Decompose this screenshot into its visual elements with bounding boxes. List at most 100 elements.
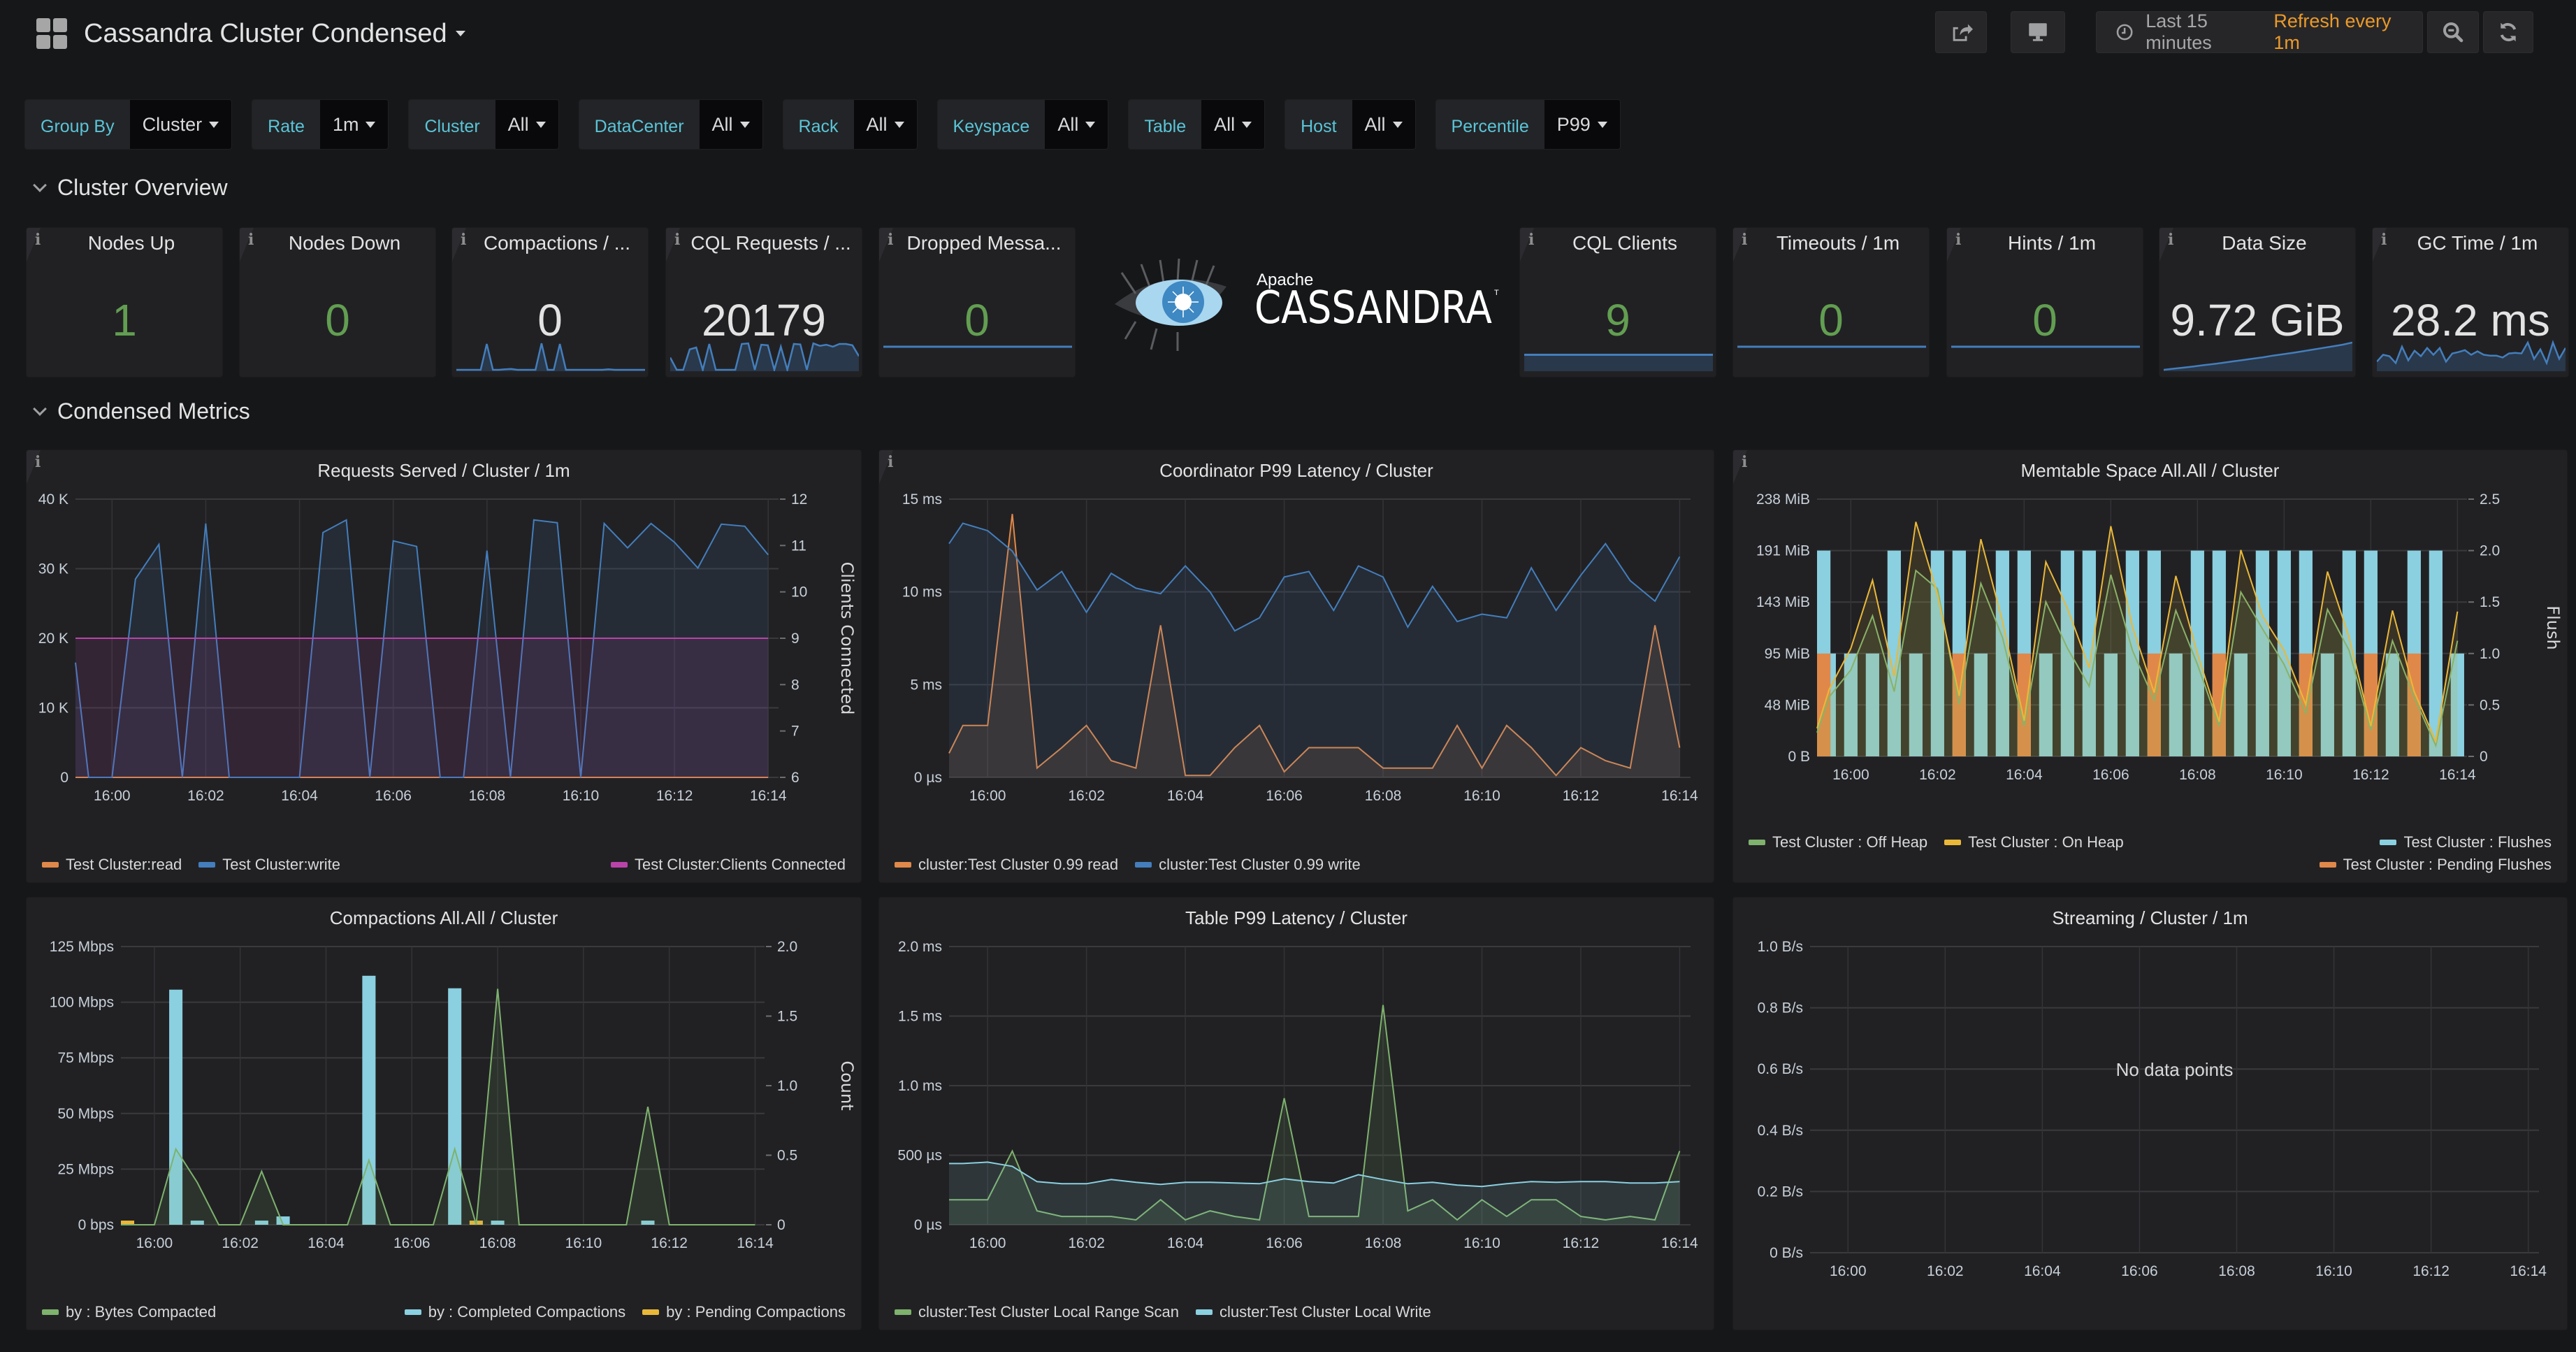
- y2-tick-label: 0: [2480, 749, 2488, 765]
- stat-panel-timeouts-1m[interactable]: i Timeouts / 1m 0: [1732, 227, 1930, 377]
- legend-swatch: [42, 1309, 59, 1315]
- legend-swatch: [895, 1309, 911, 1315]
- zoom-out-icon: [2443, 22, 2463, 43]
- refresh-icon: [2500, 22, 2517, 42]
- y-tick-label: 143 MiB: [1756, 594, 1810, 610]
- stat-title: Dropped Messa...: [906, 232, 1062, 254]
- caret-down-icon: [535, 121, 546, 128]
- share-button[interactable]: [1935, 11, 1987, 53]
- variable-value: P99: [1556, 113, 1591, 135]
- variable-rate: Rate 1m: [252, 99, 389, 150]
- stat-panel-compactions[interactable]: i Compactions / ... 0: [451, 227, 649, 377]
- legend-item[interactable]: Test Cluster : Flushes: [2380, 833, 2552, 851]
- chevron-down-icon: [33, 401, 47, 416]
- x-tick-label: 16:10: [563, 788, 600, 804]
- stat-panel-hints-1m[interactable]: i Hints / 1m 0: [1946, 227, 2143, 377]
- dashboard-picker[interactable]: Cassandra Cluster Condensed: [84, 19, 465, 49]
- legend-item[interactable]: Test Cluster:write: [198, 856, 340, 874]
- variable-select[interactable]: Cluster: [129, 100, 232, 149]
- stat-panel-nodes-down[interactable]: i Nodes Down 0: [239, 227, 436, 377]
- legend-item[interactable]: cluster:Test Cluster Local Range Scan: [895, 1303, 1179, 1321]
- row-condensed-metrics[interactable]: Condensed Metrics: [33, 398, 250, 424]
- graph-panel-table-latency[interactable]: Table P99 Latency / Cluster 0 µs 500 µs 1.0…: [878, 897, 1714, 1330]
- y-tick-label: 0.8 B/s: [1758, 1000, 1803, 1016]
- x-tick-label: 16:12: [1563, 1235, 1600, 1251]
- stat-value: 0: [964, 295, 990, 345]
- graph-panel-memtable[interactable]: i Memtable Space All.All / Cluster 0 B 48 M…: [1732, 450, 2568, 883]
- legend-swatch: [2319, 862, 2336, 868]
- legend-item[interactable]: by : Completed Compactions: [404, 1303, 625, 1321]
- graph-panel-coord-latency[interactable]: i Coordinator P99 Latency / Cluster 0 µs 5 …: [878, 450, 1714, 883]
- legend-item[interactable]: Test Cluster : On Heap: [1944, 833, 2124, 851]
- legend-item[interactable]: Test Cluster : Pending Flushes: [2319, 856, 2552, 874]
- legend-item[interactable]: cluster:Test Cluster 0.99 read: [895, 856, 1118, 874]
- legend-item[interactable]: Test Cluster : Off Heap: [1749, 833, 1927, 851]
- variable-value: All: [1057, 113, 1079, 135]
- x-tick-label: 16:02: [1068, 1235, 1105, 1251]
- time-picker[interactable]: Last 15 minutes Refresh every 1m: [2096, 10, 2423, 53]
- y-tick-label: 1.5 ms: [898, 1009, 942, 1025]
- legend-item[interactable]: by : Bytes Compacted: [42, 1303, 216, 1321]
- variable-select[interactable]: All: [699, 100, 762, 149]
- x-tick-label: 16:04: [2006, 767, 2043, 783]
- y-tick-label: 30 K: [38, 561, 68, 577]
- stat-title: Nodes Up: [87, 232, 175, 254]
- stat-panel-cql-clients[interactable]: i CQL Clients 9: [1519, 227, 1716, 377]
- graph-panel-streaming[interactable]: Streaming / Cluster / 1m 0 B/s 0.2 B/s 0.4 …: [1732, 897, 2568, 1330]
- graph-panel-requests[interactable]: i Requests Served / Cluster / 1m 0 10 K 20 K…: [26, 450, 862, 883]
- refresh-button[interactable]: [2483, 11, 2533, 53]
- x-tick-label: 16:12: [651, 1235, 688, 1251]
- stat-panel-nodes-up[interactable]: i Nodes Up 1: [26, 227, 223, 377]
- caret-down-icon: [1242, 121, 1252, 128]
- x-tick-label: 16:08: [469, 788, 506, 804]
- y2-tick-label: 2.0: [2480, 543, 2500, 559]
- legend-swatch: [895, 862, 911, 868]
- variable-select[interactable]: All: [1045, 100, 1108, 149]
- variable-label: Rack: [783, 100, 854, 149]
- variable-select[interactable]: All: [495, 100, 558, 149]
- row-cluster-overview[interactable]: Cluster Overview: [33, 175, 228, 201]
- legend-item[interactable]: Test Cluster:Clients Connected: [610, 856, 846, 874]
- tv-mode-button[interactable]: [2011, 11, 2065, 53]
- variable-select[interactable]: P99: [1544, 100, 1620, 149]
- refresh-interval-label: Refresh every 1m: [2273, 10, 2392, 53]
- legend-item[interactable]: Test Cluster:read: [42, 856, 182, 874]
- monitor-icon: [2029, 23, 2047, 41]
- stat-value: 0: [537, 295, 563, 345]
- stat-panel-cql-requests[interactable]: i CQL Requests / ... 20179: [665, 227, 862, 377]
- variable-select[interactable]: All: [853, 100, 917, 149]
- series-area: [75, 638, 769, 777]
- stat-panel-dropped-messa[interactable]: i Dropped Messa... 0: [878, 227, 1076, 377]
- variable-value: All: [711, 113, 733, 135]
- stat-panel-gc-time-1m[interactable]: i GC Time / 1m 28.2 ms: [2372, 227, 2569, 377]
- graph-panel-compactions[interactable]: Compactions All.All / Cluster 0 bps 25 Mbp…: [26, 897, 862, 1330]
- variable-select[interactable]: All: [1352, 100, 1415, 149]
- y-tick-label: 48 MiB: [1765, 697, 1810, 713]
- sparkline: [1737, 345, 1926, 348]
- no-data-text: No data points: [2116, 1059, 2234, 1080]
- zoom-out-button[interactable]: [2427, 11, 2479, 53]
- variable-label: Host: [1285, 100, 1352, 149]
- x-tick-label: 16:00: [136, 1235, 173, 1251]
- stat-value: 20179: [702, 295, 826, 345]
- clock-icon: [2116, 24, 2133, 41]
- y2-tick-label: 1.5: [777, 1009, 797, 1025]
- y2-tick-label: 1.0: [777, 1078, 797, 1094]
- variable-select[interactable]: All: [1201, 100, 1265, 149]
- variable-select[interactable]: 1m: [319, 100, 389, 149]
- y2-tick-label: 12: [791, 491, 807, 508]
- sparkline: [1951, 345, 2140, 348]
- variable-rack: Rack All: [782, 99, 918, 150]
- x-tick-label: 16:10: [2315, 1263, 2352, 1279]
- y2-tick-label: 8: [791, 677, 799, 693]
- legend-item[interactable]: cluster:Test Cluster Local Write: [1195, 1303, 1431, 1321]
- caret-down-icon: [1392, 121, 1403, 128]
- variable-label: Table: [1129, 100, 1202, 149]
- apps-grid-icon[interactable]: [36, 18, 67, 49]
- y-tick-label: 238 MiB: [1756, 491, 1810, 508]
- legend-item[interactable]: cluster:Test Cluster 0.99 write: [1135, 856, 1361, 874]
- legend-swatch: [404, 1309, 421, 1315]
- stat-panel-data-size[interactable]: i Data Size 9.72 GiB: [2159, 227, 2356, 377]
- y2-tick-label: 0.5: [777, 1148, 797, 1164]
- legend-item[interactable]: by : Pending Compactions: [642, 1303, 846, 1321]
